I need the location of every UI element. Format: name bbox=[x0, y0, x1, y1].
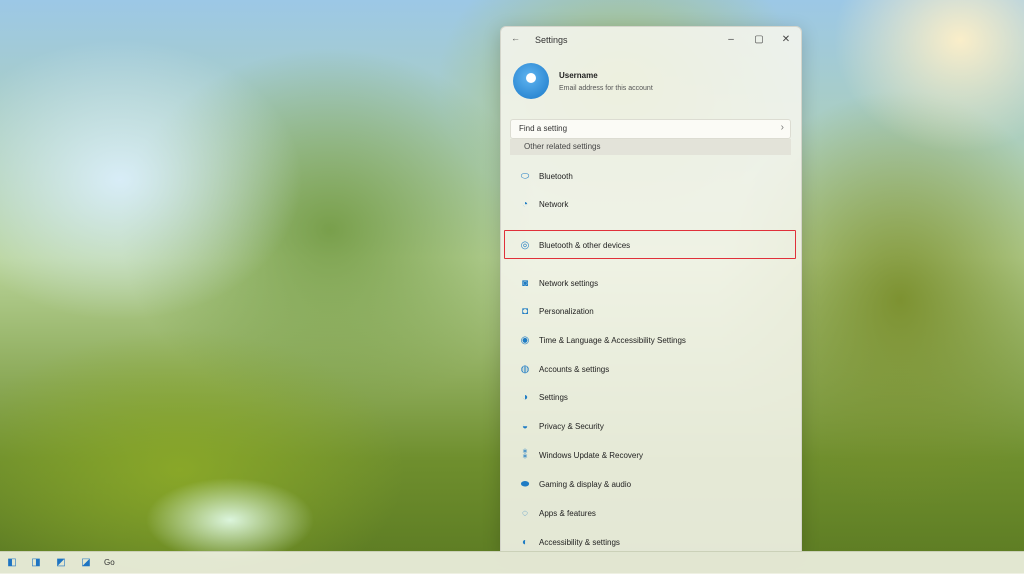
nav-item[interactable]: ◍ Accounts & settings bbox=[513, 361, 793, 381]
maximize-button[interactable]: ▢ bbox=[749, 31, 769, 49]
nav-item-label: Apps & features bbox=[539, 509, 596, 518]
nav-item-label: Network settings bbox=[539, 279, 599, 288]
minimize-button[interactable]: – bbox=[721, 31, 741, 49]
nav-item[interactable]: ◒ Privacy & Security bbox=[513, 418, 793, 438]
avatar bbox=[513, 63, 549, 99]
accessibility-icon: ◐ bbox=[521, 537, 529, 548]
window-title: Settings bbox=[535, 35, 568, 45]
nav-item-label: Settings bbox=[539, 393, 568, 402]
highlight-box bbox=[504, 230, 796, 259]
nav-item[interactable]: ⬬ Gaming & display & audio bbox=[513, 476, 793, 496]
nav-item-label: Accounts & settings bbox=[539, 365, 610, 374]
title-bar: ← Settings – ▢ ✕ bbox=[501, 27, 801, 53]
nav-item[interactable]: ◔ Network bbox=[513, 196, 793, 216]
profile-email: Email address for this account bbox=[559, 85, 653, 92]
nav-item-label: Time & Language & Accessibility Settings bbox=[539, 336, 686, 345]
time-icon: ◉ bbox=[520, 335, 530, 346]
nav-item[interactable]: ◐ Accessibility & settings bbox=[513, 534, 793, 551]
file-explorer-icon[interactable]: ◨ bbox=[30, 557, 42, 569]
nav-item-label: Privacy & Security bbox=[539, 422, 604, 431]
settings-window: ← Settings – ▢ ✕ Username Email address … bbox=[500, 26, 802, 552]
taskbar-label[interactable]: Go bbox=[104, 558, 115, 567]
update-icon: ⁑ bbox=[522, 450, 528, 461]
taskbar: ◧ ◨ ◩ ◪ Go bbox=[0, 551, 1024, 574]
edge-icon[interactable]: ◪ bbox=[80, 557, 92, 569]
bluetooth-icon: ⬭ bbox=[520, 171, 530, 182]
search-input-label: Find a setting bbox=[519, 124, 568, 133]
nav-item-label: Bluetooth bbox=[539, 172, 573, 181]
privacy-icon: ◒ bbox=[521, 421, 529, 432]
apps-icon: ◌ bbox=[522, 508, 528, 519]
settings-icon: ◑ bbox=[521, 392, 529, 403]
nav-item-label: Windows Update & Recovery bbox=[539, 451, 644, 460]
nav-item-label: Personalization bbox=[539, 307, 594, 316]
other-settings-header[interactable]: Other related settings bbox=[510, 139, 791, 155]
nav-item-label: Network bbox=[539, 200, 569, 209]
other-settings-label: Other related settings bbox=[524, 142, 601, 151]
network-settings-icon: ◙ bbox=[521, 278, 529, 289]
chevron-right-icon: › bbox=[780, 122, 784, 133]
profile-name: Username bbox=[559, 71, 598, 80]
avatar-icon bbox=[526, 73, 536, 83]
accounts-icon: ◍ bbox=[520, 364, 530, 375]
nav-item[interactable]: ⬭ Bluetooth bbox=[513, 168, 793, 188]
nav-item[interactable]: ◘ Personalization bbox=[513, 303, 793, 323]
nav-item[interactable]: ⁑ Windows Update & Recovery bbox=[513, 447, 793, 467]
personalization-icon: ◘ bbox=[521, 306, 529, 317]
nav-item-label: Accessibility & settings bbox=[539, 538, 620, 547]
nav-item-label: Gaming & display & audio bbox=[539, 480, 632, 489]
gaming-icon: ⬬ bbox=[520, 479, 530, 490]
nav-item[interactable]: ◌ Apps & features bbox=[513, 505, 793, 525]
folder-icon[interactable]: ◩ bbox=[55, 557, 67, 569]
back-arrow-icon[interactable]: ← bbox=[511, 33, 520, 43]
profile-header[interactable]: Username Email address for this account bbox=[513, 63, 793, 103]
search-input[interactable]: Find a setting › bbox=[510, 119, 791, 139]
network-icon: ◔ bbox=[521, 199, 529, 210]
nav-item[interactable]: ◑ Settings bbox=[513, 389, 793, 409]
close-button[interactable]: ✕ bbox=[776, 31, 796, 49]
start-icon[interactable]: ◧ bbox=[6, 557, 18, 569]
nav-item[interactable]: ◙ Network settings bbox=[513, 275, 793, 295]
nav-item[interactable]: ◉ Time & Language & Accessibility Setting… bbox=[513, 332, 793, 352]
